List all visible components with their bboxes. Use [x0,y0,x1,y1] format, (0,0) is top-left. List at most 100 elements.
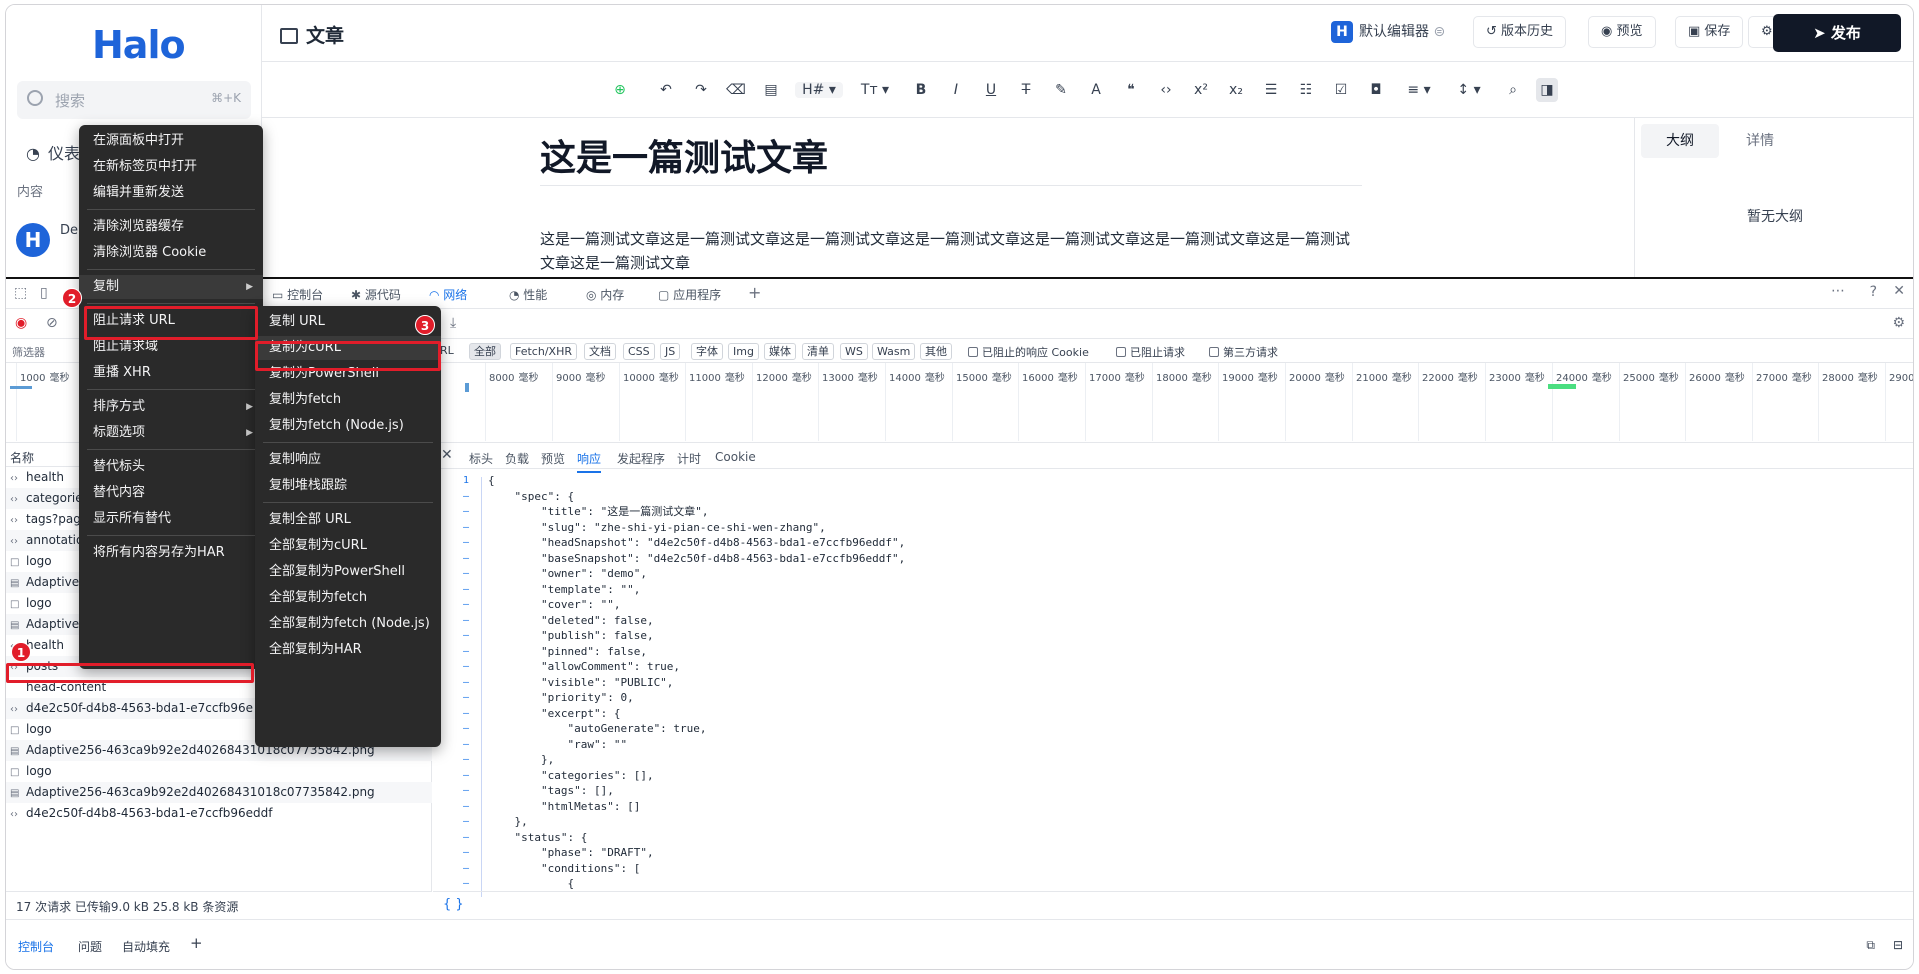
tab-memory[interactable]: ◎ 内存 [586,286,624,303]
font-color-icon[interactable]: A [1085,82,1107,98]
task-list-icon[interactable]: ☑ [1330,82,1352,98]
chip-css[interactable]: CSS [623,343,655,360]
heading-dropdown[interactable]: H# ▾ [795,82,843,98]
menu-item[interactable]: 重播 XHR [79,361,263,385]
drawer-tab-autofill[interactable]: 自动填充 [122,938,170,955]
undock-icon[interactable]: ⊟ [1893,938,1903,952]
chip-all[interactable]: 全部 [469,343,501,360]
tab-preview[interactable]: 预览 [541,450,565,467]
tab-detail[interactable]: 详情 [1721,124,1799,158]
bold-icon[interactable]: B [910,82,932,98]
tab-sources[interactable]: ✱ 源代码 [351,286,401,303]
filter-input[interactable]: 筛选器 [12,344,45,360]
menu-item[interactable]: 替代内容 [79,481,263,505]
submenu-item[interactable]: 复制堆栈跟踪 [255,474,441,498]
chip-fetch[interactable]: Fetch/XHR [510,343,577,360]
submenu-item[interactable]: 复制为fetch (Node.js) [255,414,441,438]
submenu-item[interactable]: 复制为fetch [255,388,441,412]
dock-icon[interactable]: ⧉ [1866,938,1875,953]
underline-icon[interactable]: U [980,82,1002,98]
chip-media[interactable]: 媒体 [764,343,796,360]
tab-console[interactable]: ▭ 控制台 [272,286,323,303]
align-dropdown[interactable]: ≡ ▾ [1400,82,1438,98]
sidebar-item-dashboard[interactable]: ◔ 仪表 [26,140,80,164]
menu-item[interactable]: 标题选项 ▶ [79,421,263,445]
redo-icon[interactable]: ↷ [690,82,712,98]
line-height-dropdown[interactable]: ↕ ▾ [1450,82,1488,98]
tab-payload[interactable]: 负载 [505,450,529,467]
tab-application[interactable]: ▢ 应用程序 [658,286,721,303]
subscript-icon[interactable]: x₂ [1225,82,1247,98]
menu-item[interactable]: 显示所有替代 [79,507,263,531]
checkbox-third-party[interactable]: 第三方请求 [1209,344,1278,360]
submenu-item[interactable]: 复制 URL [255,310,441,334]
avatar[interactable]: H [16,223,50,257]
submenu-item[interactable]: 全部复制为cURL [255,534,441,558]
menu-item[interactable]: 排序方式 ▶ [79,395,263,419]
preview-button[interactable]: ◉ 预览 [1588,16,1656,48]
device-icon[interactable]: ▯ [40,285,48,301]
italic-icon[interactable]: I [945,82,967,98]
add-block-icon[interactable]: ⊕ [609,82,631,98]
chip-other[interactable]: 其他 [920,343,952,360]
chip-ws[interactable]: WS [840,343,868,360]
article-title[interactable]: 这是一篇测试文章 [540,129,828,181]
submenu-item[interactable]: 全部复制为fetch (Node.js) [255,612,441,636]
inspect-icon[interactable]: ⬚ [14,285,27,301]
download-icon[interactable]: ⤓ [450,315,456,331]
menu-item[interactable]: 清除浏览器缓存 [79,215,263,239]
submenu-item[interactable]: 复制全部 URL [255,508,441,532]
ordered-list-icon[interactable]: ☷ [1295,82,1317,98]
more-icon[interactable]: ⋯ [1831,283,1845,299]
code-block-icon[interactable]: ◘ [1365,82,1387,98]
menu-item[interactable]: 清除浏览器 Cookie [79,241,263,265]
highlight-icon[interactable]: ✎ [1050,82,1072,98]
tab-outline[interactable]: 大纲 [1641,124,1719,158]
submenu-item[interactable]: 全部复制为HAR [255,638,441,662]
gear-icon[interactable]: ⚙ [1892,315,1905,331]
save-button[interactable]: ▣ 保存 [1675,16,1744,48]
drawer-tab-issues[interactable]: 问题 [78,938,102,955]
submenu-item[interactable]: 全部复制为PowerShell [255,560,441,584]
quote-icon[interactable]: ❝ [1120,82,1142,98]
submenu-item[interactable]: 全部复制为fetch [255,586,441,610]
article-body[interactable]: 这是一篇测试文章这是一篇测试文章这是一篇测试文章这是一篇测试文章这是一篇测试文章… [540,227,1362,275]
close-detail-icon[interactable]: ✕ [441,447,453,463]
search-replace-icon[interactable]: ⌕ [1502,82,1524,98]
strikethrough-icon[interactable]: T [1015,82,1037,98]
menu-item[interactable]: 编辑并重新发送 [79,181,263,205]
add-tab-icon[interactable]: + [748,283,761,302]
menu-item[interactable]: 复制 ▶ [79,275,263,299]
response-body[interactable]: 1{– "spec": {– "title": "这是一篇测试文章", – "sl… [433,469,1913,897]
editor-selector[interactable]: H 默认编辑器 ⊜ [1331,21,1445,43]
menu-item[interactable]: 在源面板中打开 [79,129,263,153]
code-icon[interactable]: ‹› [1155,82,1177,98]
record-icon[interactable]: ◉ [15,315,27,331]
menu-item[interactable]: 将所有内容另存为HAR [79,541,263,565]
chip-js[interactable]: JS [660,343,681,360]
request-row[interactable]: ‹› d4e2c50f-d4b8-4563-bda1-e7ccfb96eddf [6,803,432,824]
publish-button[interactable]: ➤ 发布 [1773,14,1901,52]
tab-cookies[interactable]: Cookie [715,450,756,464]
chip-img[interactable]: Img [728,343,759,360]
request-row[interactable]: □ logo [6,761,432,782]
superscript-icon[interactable]: x² [1190,82,1212,98]
menu-item[interactable]: 替代标头 [79,455,263,479]
checkbox-blocked-cookies[interactable]: 已阻止的响应 Cookie [968,344,1089,360]
menu-item[interactable]: 在新标签页中打开 [79,155,263,179]
chip-font[interactable]: 字体 [691,343,723,360]
clear-icon[interactable]: ⊘ [46,315,58,331]
search-input[interactable]: 搜索 ⌘+K [17,81,251,119]
drawer-tab-console[interactable]: 控制台 [18,938,54,955]
tab-headers[interactable]: 标头 [469,450,493,467]
format-painter-icon[interactable]: ▤ [760,82,782,98]
chip-manifest[interactable]: 清单 [802,343,834,360]
toggle-panel-icon[interactable]: ◨ [1536,78,1558,102]
undo-icon[interactable]: ↶ [655,82,677,98]
tab-initiator[interactable]: 发起程序 [617,450,665,467]
help-icon[interactable]: ? [1870,284,1877,300]
tab-network[interactable]: ◠ 网络 [429,286,467,303]
chip-wasm[interactable]: Wasm [872,343,916,360]
tab-timing[interactable]: 计时 [677,450,701,467]
eraser-icon[interactable]: ⌫ [725,82,747,98]
